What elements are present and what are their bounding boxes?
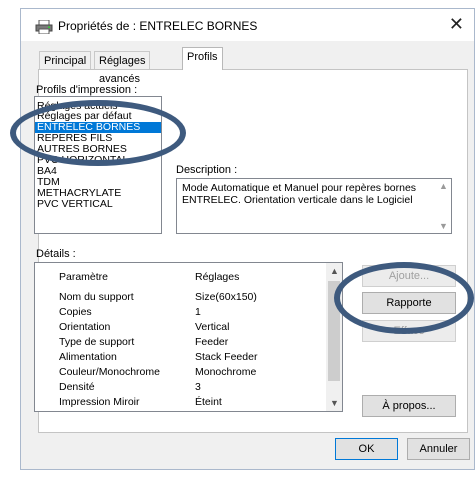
table-row: Nom du support Size(60x150) xyxy=(35,290,325,305)
param-value: Stack Feeder xyxy=(195,351,258,363)
param-name: Orientation xyxy=(59,321,111,333)
profiles-label: Profils d'impression : xyxy=(36,84,138,96)
param-value: 3 xyxy=(195,381,201,393)
table-row: Densité 3 xyxy=(35,380,325,395)
tab-profils[interactable]: Profils xyxy=(182,47,223,70)
details-list[interactable]: Paramètre Réglages Nom du support Size(6… xyxy=(34,262,343,412)
param-name: Densité xyxy=(59,381,95,393)
scrollbar-thumb[interactable] xyxy=(328,281,340,381)
param-value: 1 xyxy=(195,306,201,318)
param-name: Nom du support xyxy=(59,291,134,303)
delete-button[interactable]: Efface xyxy=(362,320,456,342)
details-header-row: Paramètre Réglages xyxy=(35,270,325,285)
ok-button[interactable]: OK xyxy=(335,438,398,460)
table-row: Alimentation Stack Feeder xyxy=(35,350,325,365)
list-item[interactable]: PVC VERTICAL xyxy=(35,199,161,210)
description-scrollbar[interactable]: ▲ ▼ xyxy=(436,179,451,233)
table-row: Impression Miroir Éteint xyxy=(35,395,325,410)
column-header-param: Paramètre xyxy=(59,271,109,283)
cancel-button[interactable]: Annuler xyxy=(407,438,470,460)
printer-icon xyxy=(35,20,53,34)
title-bar: Propriétés de : ENTRELEC BORNES ✕ xyxy=(21,9,474,41)
scroll-up-icon[interactable]: ▲ xyxy=(330,266,339,276)
param-name: Copies xyxy=(59,306,92,318)
param-value: Éteint xyxy=(195,396,222,408)
table-row: Orientation Vertical xyxy=(35,320,325,335)
param-value: Size(60x150) xyxy=(195,291,257,303)
param-value: Feeder xyxy=(195,336,229,348)
close-icon[interactable]: ✕ xyxy=(449,14,464,34)
profiles-list[interactable]: Réglages actuels Réglages par défaut ENT… xyxy=(34,96,162,234)
param-value: Vertical xyxy=(195,321,230,333)
param-name: Impression Miroir xyxy=(59,396,140,408)
about-button[interactable]: À propos... xyxy=(362,395,456,417)
param-value: Monochrome xyxy=(195,366,257,378)
details-label: Détails : xyxy=(36,248,76,260)
tab-reglages-avances[interactable]: Réglages avancés xyxy=(94,51,151,85)
description-text: Mode Automatique et Manuel pour repères … xyxy=(182,182,417,206)
table-row: Couleur/Monochrome Monochrome xyxy=(35,365,325,380)
scroll-down-icon[interactable]: ▼ xyxy=(330,398,339,408)
description-label: Description : xyxy=(176,164,238,176)
window-title: Propriétés de : ENTRELEC BORNES xyxy=(58,19,258,33)
scroll-down-icon[interactable]: ▼ xyxy=(439,221,448,231)
param-name: Alimentation xyxy=(59,351,117,363)
add-button[interactable]: Ajoute... xyxy=(362,265,456,287)
scroll-up-icon[interactable]: ▲ xyxy=(439,181,448,191)
param-name: Couleur/Monochrome xyxy=(59,366,160,378)
tab-principal[interactable]: Principal xyxy=(39,51,92,69)
column-header-value: Réglages xyxy=(195,271,240,283)
details-scrollbar[interactable]: ▲ ▼ xyxy=(326,263,342,411)
table-row: Copies 1 xyxy=(35,305,325,320)
report-button[interactable]: Rapporte xyxy=(362,292,456,314)
description-box[interactable]: Mode Automatique et Manuel pour repères … xyxy=(176,178,452,234)
param-name: Type de support xyxy=(59,336,135,348)
table-row: Type de support Feeder xyxy=(35,335,325,350)
